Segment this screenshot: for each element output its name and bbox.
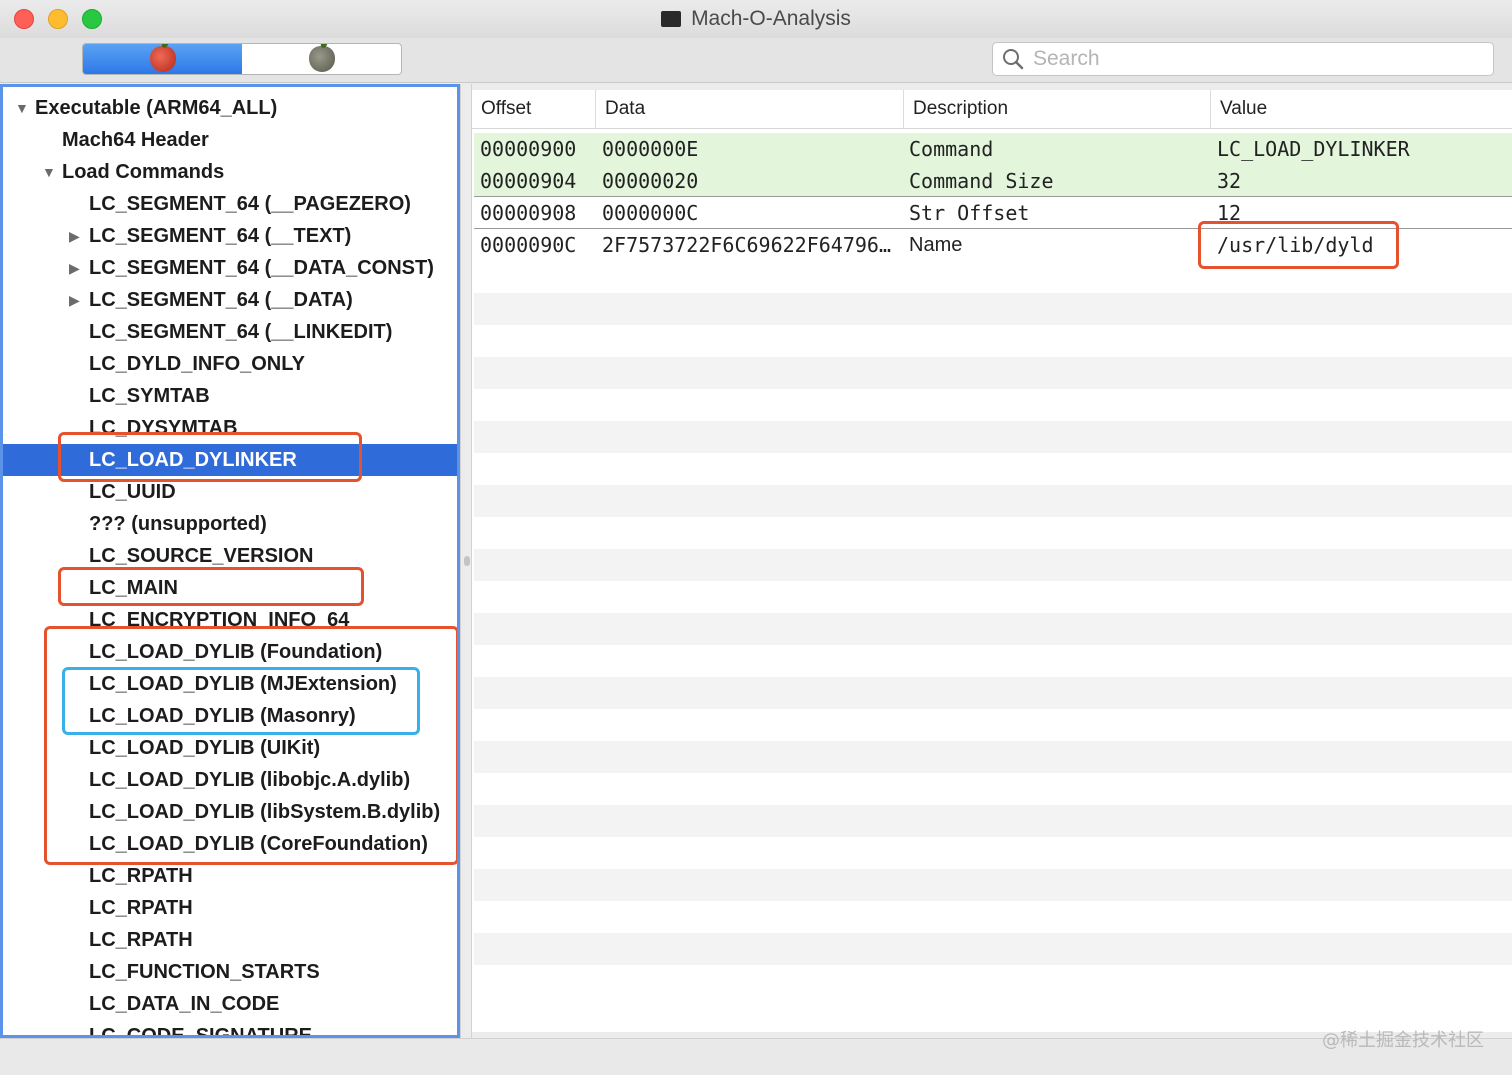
disclosure-expanded-icon[interactable]: ▼	[15, 92, 29, 124]
empty-row-stripe	[474, 869, 1512, 901]
cell-description: Name	[909, 234, 963, 256]
sidebar-item-label: LC_SEGMENT_64 (__DATA_CONST)	[89, 257, 434, 279]
sidebar-item[interactable]: LC_SEGMENT_64 (__PAGEZERO)	[3, 188, 457, 220]
watermark: @稀土掘金技术社区	[1322, 1030, 1484, 1051]
empty-row-stripe	[474, 485, 1512, 517]
title-bar: Mach-O-Analysis	[0, 0, 1512, 38]
sidebar-item[interactable]: Mach64 Header	[3, 124, 457, 156]
sidebar-item[interactable]: LC_FUNCTION_STARTS	[3, 956, 457, 988]
empty-row-stripe	[474, 549, 1512, 581]
disclosure-expanded-icon[interactable]: ▼	[42, 156, 56, 188]
table-row[interactable]: 00000900 0000000E Command LC_LOAD_DYLINKER	[474, 133, 1512, 165]
sidebar-item[interactable]: ▼ Load Commands	[3, 156, 457, 188]
app-document-icon	[661, 11, 682, 27]
sidebar-item[interactable]: LC_RPATH	[3, 924, 457, 956]
sidebar-item-label: ??? (unsupported)	[89, 513, 267, 535]
sidebar-item-label: LC_SYMTAB	[89, 385, 210, 407]
empty-row-stripe	[474, 933, 1512, 965]
status-bar	[0, 1038, 1512, 1075]
sidebar-item-label: LC_SEGMENT_64 (__PAGEZERO)	[89, 193, 411, 215]
sidebar-item-label: Mach64 Header	[62, 129, 209, 151]
cell-offset: 00000904	[480, 169, 577, 193]
annotation-box-dyld-path	[1198, 221, 1399, 269]
annotation-box-third-party-dylibs	[62, 667, 420, 735]
disclosure-collapsed-icon[interactable]: ▶	[69, 220, 80, 252]
annotation-box-main	[58, 567, 364, 606]
column-header-offset[interactable]: Offset	[472, 90, 596, 128]
cell-data: 00000020	[602, 169, 699, 193]
empty-row-stripe	[474, 677, 1512, 709]
cell-data: 2F7573722F6C69622F64796…	[602, 233, 891, 257]
cell-description: Command	[909, 137, 994, 161]
split-view-divider[interactable]	[460, 84, 472, 1038]
sidebar-item-label: LC_RPATH	[89, 929, 193, 951]
load-commands-tree[interactable]: ▼ Executable (ARM64_ALL) Mach64 Header ▼ Loa…	[0, 84, 460, 1038]
cell-offset: 00000908	[480, 201, 577, 225]
sidebar-item[interactable]: ▶ LC_SEGMENT_64 (__DATA)	[3, 284, 457, 316]
cell-data: 0000000E	[602, 137, 699, 161]
empty-row-stripe	[474, 741, 1512, 773]
sidebar-item-label: LC_SEGMENT_64 (__LINKEDIT)	[89, 321, 393, 343]
detail-table: Offset Data Description Value 00000900 00…	[472, 90, 1512, 1032]
sidebar-item[interactable]: LC_SYMTAB	[3, 380, 457, 412]
segment-raw-view[interactable]	[83, 44, 242, 74]
cell-description: Str Offset	[909, 201, 1030, 225]
sidebar-item[interactable]: ??? (unsupported)	[3, 508, 457, 540]
cell-data: 0000000C	[602, 201, 699, 225]
column-header-description[interactable]: Description	[904, 90, 1211, 128]
segment-rva-view[interactable]	[242, 44, 401, 74]
search-field[interactable]	[992, 42, 1494, 76]
divider-handle[interactable]	[464, 556, 470, 566]
cell-offset: 0000090C	[480, 233, 577, 257]
toolbar	[0, 38, 1512, 83]
disclosure-collapsed-icon[interactable]: ▶	[69, 252, 80, 284]
annotation-box-load-dylibs	[44, 626, 457, 865]
column-header-data[interactable]: Data	[596, 90, 904, 128]
empty-row-stripe	[474, 357, 1512, 389]
sidebar-item-label: LC_DYLD_INFO_ONLY	[89, 353, 305, 375]
search-input[interactable]	[1031, 46, 1475, 72]
sidebar-item[interactable]: ▶ LC_SEGMENT_64 (__DATA_CONST)	[3, 252, 457, 284]
sidebar-item[interactable]: LC_CODE_SIGNATURE	[3, 1020, 457, 1038]
empty-row-stripe	[474, 421, 1512, 453]
table-row[interactable]: 00000904 00000020 Command Size 32	[474, 165, 1512, 197]
sidebar-item-label: LC_FUNCTION_STARTS	[89, 961, 320, 983]
disclosure-collapsed-icon[interactable]: ▶	[69, 284, 80, 316]
search-icon	[1003, 49, 1024, 70]
sidebar-item[interactable]: ▶ LC_SEGMENT_64 (__TEXT)	[3, 220, 457, 252]
sidebar-item[interactable]: LC_DATA_IN_CODE	[3, 988, 457, 1020]
view-segmented-control	[82, 43, 402, 75]
empty-row-stripe	[474, 805, 1512, 837]
cell-description: Command Size	[909, 169, 1054, 193]
empty-row-stripe	[474, 613, 1512, 645]
cell-value: LC_LOAD_DYLINKER	[1217, 137, 1410, 161]
cell-value: 32	[1217, 169, 1242, 193]
sidebar-item[interactable]: ▼ Executable (ARM64_ALL)	[3, 92, 457, 124]
sidebar-item-label: LC_DATA_IN_CODE	[89, 993, 280, 1015]
sidebar-item[interactable]: LC_SEGMENT_64 (__LINKEDIT)	[3, 316, 457, 348]
sidebar-item-label: LC_CODE_SIGNATURE	[89, 1025, 312, 1038]
sidebar-item-label: LC_SEGMENT_64 (__DATA)	[89, 289, 353, 311]
sidebar-item-label: Load Commands	[62, 161, 225, 183]
cell-offset: 00000900	[480, 137, 577, 161]
sidebar-item[interactable]: LC_RPATH	[3, 892, 457, 924]
sidebar-item-label: Executable (ARM64_ALL)	[35, 97, 278, 119]
annotation-box-dylinker	[58, 432, 362, 482]
gray-apple-icon	[308, 46, 335, 72]
empty-row-stripe	[474, 293, 1512, 325]
column-header-value[interactable]: Value	[1211, 90, 1512, 128]
window-title: Mach-O-Analysis	[691, 7, 851, 30]
table-header: Offset Data Description Value	[472, 90, 1512, 129]
sidebar-item[interactable]: LC_DYLD_INFO_ONLY	[3, 348, 457, 380]
sidebar-item-label: LC_RPATH	[89, 897, 193, 919]
red-apple-icon	[149, 46, 176, 72]
sidebar-item-label: LC_SEGMENT_64 (__TEXT)	[89, 225, 352, 247]
